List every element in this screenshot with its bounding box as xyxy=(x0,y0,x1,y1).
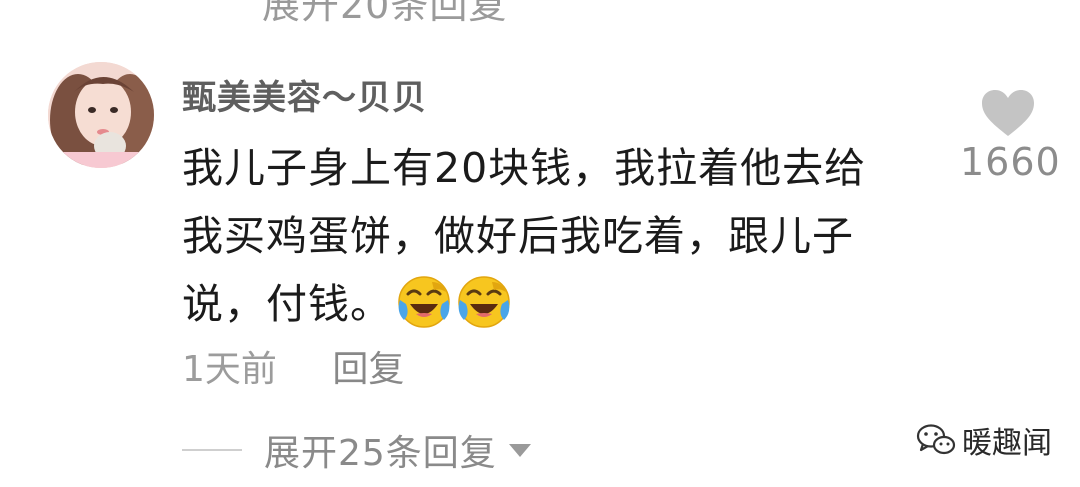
watermark-label: 暖趣闻 xyxy=(962,426,1052,461)
avatar[interactable] xyxy=(48,62,154,168)
comment-text: 我儿子身上有20块钱，我拉着他去给 我买鸡蛋饼，做好后我吃着，跟儿子 说，付钱。 xyxy=(182,134,922,338)
comment-line: 我儿子身上有20块钱，我拉着他去给 xyxy=(182,144,867,192)
comment-line-text: 说，付钱。 xyxy=(182,280,392,328)
comment-meta: 1天前 回复 xyxy=(182,340,404,392)
username[interactable]: 甄美美容～贝贝 xyxy=(182,70,427,119)
comment-time: 1天前 xyxy=(182,349,277,390)
comment-line-last: 说，付钱。 xyxy=(182,270,922,338)
reply-button[interactable]: 回复 xyxy=(332,340,404,392)
laugh-cry-emoji-icon xyxy=(398,276,450,328)
heart-icon[interactable] xyxy=(980,88,1036,138)
wechat-icon xyxy=(916,424,956,455)
comment-item: 甄美美容～贝贝 我儿子身上有20块钱，我拉着他去给 我买鸡蛋饼，做好后我吃着，跟… xyxy=(0,0,1080,487)
comment-line: 我买鸡蛋饼，做好后我吃着，跟儿子 xyxy=(182,212,854,260)
divider-dash xyxy=(182,449,242,451)
expand-replies-button[interactable]: 展开25条回复 xyxy=(182,424,531,476)
like-button[interactable]: 1660 xyxy=(960,88,1061,184)
like-count: 1660 xyxy=(960,140,1061,184)
watermark: 暖趣闻 xyxy=(916,418,1052,462)
laugh-cry-emoji-icon xyxy=(458,276,510,328)
expand-replies-label[interactable]: 展开25条回复 xyxy=(264,424,497,476)
caret-down-icon[interactable] xyxy=(508,443,531,457)
